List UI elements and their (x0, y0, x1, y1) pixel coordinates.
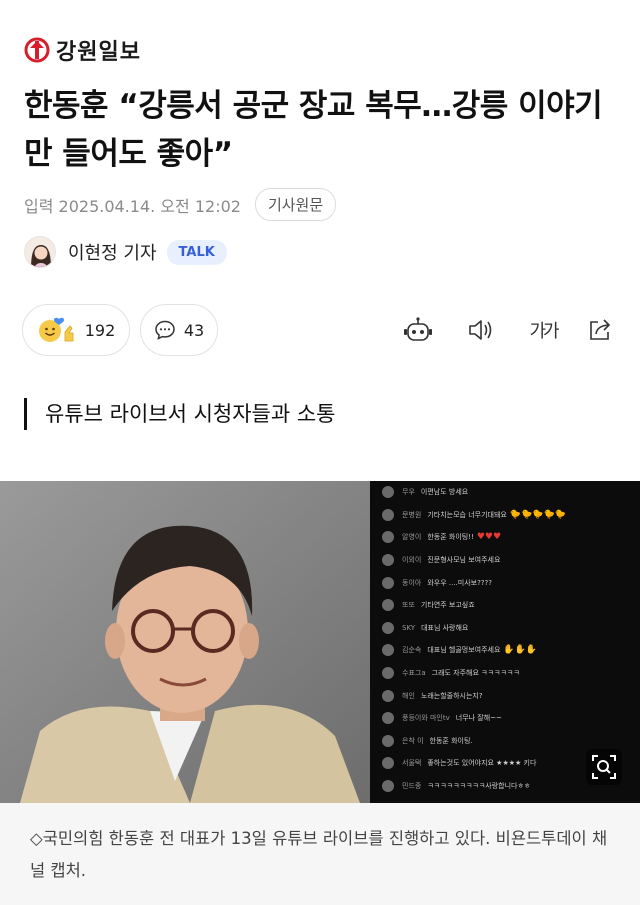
chat-message: SKY 대표님 사랑해요 (382, 617, 640, 640)
reporter-name[interactable]: 이현정 기자 (68, 239, 157, 265)
chat-username: 민드중 (402, 782, 422, 791)
comment-icon (154, 319, 176, 341)
chat-text: 대표님 헬골멍보여주세요 (427, 646, 501, 655)
chat-text: 와우우 ....미사보???? (427, 578, 492, 587)
chat-avatar (382, 486, 394, 499)
chat-username: 김순속 (402, 646, 422, 655)
article-action-bar: 192 43 가가 (22, 304, 620, 356)
reaction-button[interactable]: 192 (22, 304, 130, 356)
reporter-avatar[interactable] (24, 236, 56, 268)
chat-text: 기타치는모습 너무기대돼요 (427, 510, 507, 519)
chat-username: 은착 이 (402, 736, 424, 745)
chat-avatar (382, 576, 394, 589)
chat-message: 문병원 기타치는모습 너무기대돼요 🐤🐤🐤🐤🐤 (382, 504, 640, 527)
chat-username: 풍등이와 마인tv (402, 714, 450, 723)
chat-text: 너무나 잘해~~ (455, 714, 502, 723)
chick-emoji-icon: 🐤🐤🐤🐤🐤 (509, 509, 566, 520)
chat-text: 그래도 자주해요 ㅋㅋㅋㅋㅋㅋ (431, 669, 520, 678)
chat-message: 김순속 대표님 헬골멍보여주세요 ✋✋✋ (382, 639, 640, 662)
chat-text: 대표님 사랑해요 (421, 623, 469, 632)
chat-text: 이편남도 방세요 (420, 488, 469, 497)
newspaper-logo-text[interactable]: 강원일보 (56, 34, 141, 66)
talk-badge[interactable]: TALK (166, 239, 227, 265)
chat-avatar (382, 712, 394, 725)
chat-text: ㅋㅋㅋㅋㅋㅋㅋㅋㅋ사랑합니다ㅎㅎ (427, 782, 531, 791)
article-title: 한동훈 “강릉서 공군 장교 복무…강릉 이야기만 들어도 좋아” (24, 88, 603, 172)
chat-text: 진문형사모님 보여주세요 (427, 556, 501, 565)
article-meta: 입력 2025.04.14. 오전 12:02 기사원문 (24, 188, 337, 221)
chat-username: 또또 (402, 601, 415, 610)
publish-date: 입력 2025.04.14. 오전 12:02 (24, 196, 241, 216)
chat-username: 무우 (402, 488, 415, 497)
font-size-icon[interactable]: 가가 (522, 314, 564, 346)
chat-avatar (382, 780, 394, 793)
chat-avatar (382, 757, 394, 770)
chat-avatar (382, 734, 394, 747)
chat-message: 풍등이와 마인tv 너무나 잘해~~ (382, 707, 640, 730)
chat-message: 동이아 와우우 ....미사보???? (382, 571, 640, 594)
chat-avatar (382, 531, 394, 544)
chat-text: 좋하는것도 있어야지요 ★★★★ 키다 (427, 759, 537, 768)
chat-username: 동이아 (402, 578, 422, 587)
chat-username: 이외이 (402, 556, 422, 565)
chat-text: 기타연주 보고싶죠 (420, 601, 475, 610)
newspaper-logo-icon[interactable] (24, 37, 50, 63)
hand-emoji-icon: ✋✋✋ (503, 645, 538, 656)
reaction-emoji-icon (37, 316, 77, 344)
article-subheading: 유튜브 라이브서 시청자들과 소통 (24, 398, 336, 430)
chat-message: 알영이 한동훈 화이팅!! ♥♥♥ (382, 526, 640, 549)
chat-username: 수표그a (402, 669, 426, 678)
chat-message: 이외이 진문형사모님 보여주세요 (382, 549, 640, 572)
chat-avatar (382, 554, 394, 567)
font-size-label: 가가 (529, 321, 559, 342)
chat-username: 문병원 (402, 510, 422, 519)
comment-button[interactable]: 43 (140, 304, 218, 356)
chat-avatar (382, 621, 394, 634)
photo-person-area (0, 481, 370, 803)
chat-message: 또또 기타연주 보고싶죠 (382, 594, 640, 617)
chat-username: 해인 (402, 691, 415, 700)
share-icon[interactable] (584, 314, 616, 346)
chat-avatar (382, 599, 394, 612)
robot-summary-icon[interactable] (402, 314, 434, 346)
heart-emoji-icon: ♥♥♥ (476, 532, 502, 543)
reaction-count: 192 (84, 320, 116, 340)
chat-text: 한동훈 화이팅!! (427, 533, 474, 542)
chat-avatar (382, 508, 394, 521)
site-header: 강원일보 (24, 32, 141, 68)
chat-username: 서울택 (402, 759, 422, 768)
original-article-button[interactable]: 기사원문 (254, 188, 337, 221)
chat-message: 무우 이편남도 방세요 (382, 481, 640, 504)
comment-count: 43 (183, 320, 205, 340)
chat-avatar (382, 644, 394, 657)
chat-username: 알영이 (402, 533, 422, 542)
chat-text: 한동훈 화이팅. (429, 736, 473, 745)
speaker-icon[interactable] (464, 314, 496, 346)
chat-message: 수표그a 그래도 자주해요 ㅋㅋㅋㅋㅋㅋ (382, 662, 640, 685)
reporter-info: 이현정 기자 TALK (24, 236, 227, 268)
article-photo[interactable]: 무우 이편남도 방세요 문병원 기타치는모습 너무기대돼요 🐤🐤🐤🐤🐤 알영이 한동훈 화이… (0, 481, 640, 803)
chat-username: SKY (402, 623, 416, 632)
chat-avatar (382, 667, 394, 680)
chat-text: 노래는할줄하시는지? (420, 691, 483, 700)
zoom-icon[interactable] (586, 749, 622, 785)
photo-caption: ◇국민의힘 한동훈 전 대표가 13일 유튜브 라이브를 진행하고 있다. 비욘… (0, 803, 640, 905)
chat-message: 해인 노래는할줄하시는지? (382, 684, 640, 707)
chat-avatar (382, 689, 394, 702)
